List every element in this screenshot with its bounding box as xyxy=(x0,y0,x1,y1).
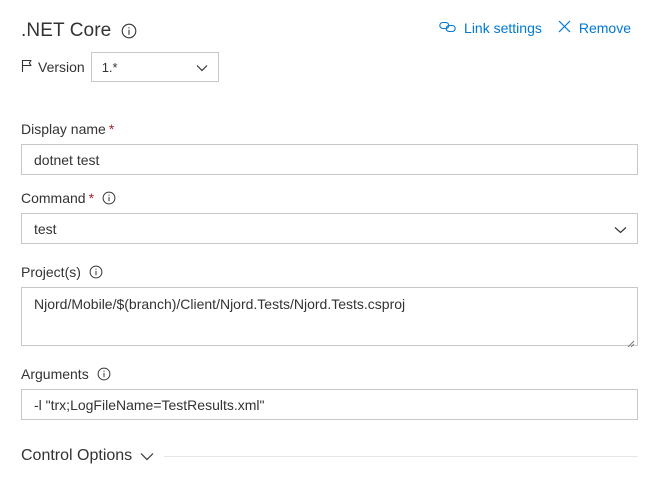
projects-textarea[interactable]: Njord/Mobile/$(branch)/Client/Njord.Test… xyxy=(21,287,638,348)
chevron-down-icon xyxy=(196,60,208,75)
header-actions: Link settings Remove xyxy=(439,18,631,38)
command-select[interactable]: test xyxy=(21,213,638,244)
control-options-label: Control Options xyxy=(21,447,133,464)
arguments-label: Arguments xyxy=(21,366,111,382)
control-options-section[interactable]: Control Options xyxy=(21,444,638,468)
required-marker: * xyxy=(88,190,95,206)
remove-label: Remove xyxy=(578,20,631,36)
info-icon[interactable] xyxy=(121,23,137,39)
link-icon xyxy=(439,20,464,36)
info-icon[interactable] xyxy=(102,191,116,205)
link-settings-label: Link settings xyxy=(464,20,542,36)
close-icon xyxy=(558,20,579,36)
info-icon[interactable] xyxy=(97,367,111,381)
info-icon[interactable] xyxy=(89,265,103,279)
display-name-input[interactable]: dotnet test xyxy=(21,144,638,175)
arguments-input[interactable]: -l "trx;LogFileName=TestResults.xml" xyxy=(21,389,638,420)
projects-label-text: Project(s) xyxy=(21,264,81,280)
command-label: Command * xyxy=(21,190,116,206)
version-label: Version xyxy=(38,59,85,75)
arguments-label-text: Arguments xyxy=(21,366,89,382)
version-row: Version 1.* xyxy=(21,52,219,82)
display-name-value: dotnet test xyxy=(34,151,100,168)
projects-label: Project(s) xyxy=(21,264,103,280)
required-marker: * xyxy=(108,121,115,137)
link-settings-button[interactable]: Link settings xyxy=(439,20,542,36)
remove-button[interactable]: Remove xyxy=(558,20,631,36)
display-name-label-text: Display name xyxy=(21,121,106,137)
command-value: test xyxy=(34,220,57,237)
task-title: .NET Core xyxy=(21,20,112,41)
arguments-value: -l "trx;LogFileName=TestResults.xml" xyxy=(34,396,265,413)
flag-icon xyxy=(21,59,33,73)
chevron-down-icon xyxy=(614,221,627,237)
version-select[interactable]: 1.* xyxy=(90,52,219,82)
resize-grip-icon[interactable] xyxy=(627,335,635,348)
chevron-down-icon xyxy=(140,452,154,461)
display-name-label: Display name * xyxy=(21,121,114,137)
projects-value: Njord/Mobile/$(branch)/Client/Njord.Test… xyxy=(34,296,406,312)
divider xyxy=(164,455,638,457)
version-value: 1.* xyxy=(101,59,118,75)
task-header: .NET Core xyxy=(21,18,137,44)
command-label-text: Command xyxy=(21,190,86,206)
